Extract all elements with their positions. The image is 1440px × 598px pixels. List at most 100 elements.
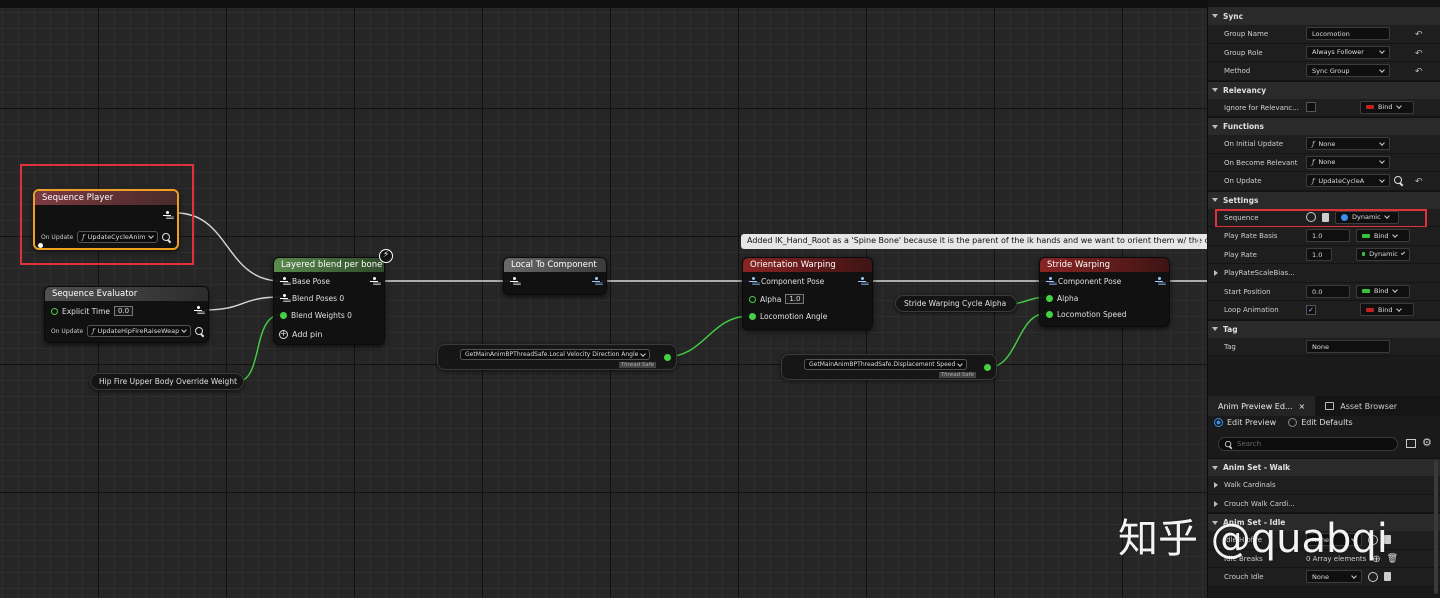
collapse-arrow-icon <box>1212 198 1218 202</box>
search-icon[interactable] <box>1394 176 1403 185</box>
local-to-component-node[interactable]: Local To Component <box>503 257 607 295</box>
on-update-combo[interactable]: ƒ UpdateCycleAnim <box>77 231 158 243</box>
loop-animation-checkbox[interactable]: ✓ <box>1306 304 1316 315</box>
prop-become-relevant: On Become Relevant ƒ None <box>1208 153 1440 172</box>
input-pose-pin[interactable] <box>510 277 518 286</box>
on-update-dropdown[interactable]: ƒ UpdateCycleA <box>1306 174 1390 187</box>
ignore-relevancy-checkbox[interactable] <box>1306 102 1316 112</box>
tab-asset-browser[interactable]: Asset Browser <box>1315 396 1407 416</box>
expand-arrow-icon[interactable] <box>1214 482 1218 488</box>
section-anim-set-walk[interactable]: Anim Set - Walk <box>1208 458 1440 476</box>
bind-dropdown[interactable]: Dynamic <box>1356 247 1410 261</box>
layered-blend-node[interactable]: Layered blend per bone Base Pose Blend P… <box>273 257 385 345</box>
bind-dropdown[interactable]: Bind <box>1356 229 1410 242</box>
section-settings[interactable]: Settings <box>1208 190 1440 209</box>
section-sync[interactable]: Sync <box>1208 6 1440 25</box>
section-title: Functions <box>1223 122 1264 131</box>
function-icon: ƒ <box>1312 176 1315 185</box>
sequence-evaluator-node[interactable]: Sequence Evaluator Explicit Time 0.0 On … <box>44 286 209 343</box>
crouch-idle-dropdown[interactable]: None <box>1306 570 1362 583</box>
getter-combo[interactable]: GetMainAnimBPThreadSafe.Local Velocity D… <box>460 349 651 360</box>
blend-weights-pin[interactable]: Blend Weights 0 <box>280 311 352 320</box>
locomotion-speed-pin[interactable]: Locomotion Speed <box>1046 310 1127 319</box>
become-relevant-dropdown[interactable]: ƒ None <box>1306 155 1390 169</box>
output-pose-pin[interactable] <box>194 306 202 315</box>
output-component-pose-pin[interactable] <box>858 277 866 286</box>
gear-icon[interactable]: ⚙ <box>1422 436 1432 449</box>
section-relevancy[interactable]: Relevancy <box>1208 80 1440 99</box>
blend-poses-pin[interactable]: Blend Poses 0 <box>280 294 344 303</box>
expand-arrow-icon[interactable] <box>1214 270 1218 276</box>
stride-alpha-variable[interactable]: Stride Warping Cycle Alpha <box>895 295 1017 312</box>
alpha-pin[interactable]: Alpha <box>1046 294 1078 303</box>
close-icon[interactable]: × <box>1299 402 1306 411</box>
reset-arrow-icon[interactable]: ↶ <box>1415 49 1423 59</box>
orientation-warping-node[interactable]: Orientation Warping Component Pose Alpha… <box>742 257 873 330</box>
group-role-dropdown[interactable]: Always Follower <box>1306 45 1390 59</box>
reset-arrow-icon[interactable]: ↶ <box>1415 67 1423 77</box>
document-icon[interactable] <box>1384 572 1391 581</box>
section-tag[interactable]: Tag <box>1208 319 1440 338</box>
edit-defaults-radio[interactable]: Edit Defaults <box>1288 418 1353 427</box>
preview-scrollbar[interactable] <box>1434 460 1438 594</box>
group-name-input[interactable]: Locomotion <box>1306 27 1390 40</box>
sequence-player-node[interactable]: Sequence Player On Update ƒ UpdateCycleAn… <box>33 189 179 250</box>
explicit-time-input[interactable]: 0.0 <box>114 306 134 316</box>
initial-update-dropdown[interactable]: ƒ None <box>1306 137 1390 150</box>
stride-warping-node[interactable]: Stride Warping Component Pose Alpha Loco… <box>1039 257 1170 327</box>
anim-graph-canvas[interactable]: Sequence Player On Update ƒ UpdateCycleAn… <box>0 0 1207 598</box>
prop-play-rate-scale-bias[interactable]: PlayRateScaleBias... <box>1208 264 1440 283</box>
on-update-row: On Update ƒ UpdateHipFireRaiseWeap <box>51 325 204 337</box>
browse-asset-icon[interactable] <box>1368 571 1378 582</box>
prop-walk-cardinals[interactable]: Walk Cardinals <box>1208 476 1440 495</box>
bind-dropdown[interactable]: Bind <box>1360 303 1414 316</box>
locomotion-angle-pin[interactable]: Locomotion Angle <box>749 312 827 321</box>
alpha-input[interactable]: 1.0 <box>785 294 805 304</box>
play-rate-input[interactable]: 1.0 <box>1306 247 1332 261</box>
output-component-pose-pin[interactable] <box>592 277 600 286</box>
reset-arrow-icon[interactable]: ↶ <box>1415 30 1423 40</box>
search-icon[interactable] <box>161 232 171 242</box>
dropdown-value: Dynamic <box>1369 250 1398 258</box>
method-dropdown[interactable]: Sync Group <box>1306 64 1390 77</box>
displacement-speed-getter[interactable]: GetMainAnimBPThreadSafe.Displacement Spe… <box>781 354 997 380</box>
component-pose-pin[interactable]: Component Pose <box>749 277 824 286</box>
hip-fire-weight-variable[interactable]: Hip Fire Upper Body Override Weight <box>90 373 244 390</box>
grid-view-icon[interactable] <box>1406 439 1416 448</box>
getter-combo[interactable]: GetMainAnimBPThreadSafe.Displacement Spe… <box>804 359 968 370</box>
alpha-pin[interactable]: Alpha 1.0 <box>749 294 805 304</box>
on-update-value: UpdateCycleAnim <box>87 233 146 241</box>
section-functions[interactable]: Functions <box>1208 117 1440 135</box>
preview-search-input[interactable]: Search <box>1218 437 1398 451</box>
output-pose-pin[interactable] <box>163 211 171 220</box>
reset-arrow-icon[interactable]: ↶ <box>1415 177 1423 187</box>
start-position-input[interactable]: 0.0 <box>1306 284 1350 298</box>
dropdown-value: Sync Group <box>1312 66 1350 75</box>
add-pin-button[interactable]: + Add pin <box>279 330 322 339</box>
trash-icon[interactable]: 🗑 <box>1387 554 1398 564</box>
float-pin-icon[interactable] <box>664 354 671 361</box>
prop-label: Method <box>1224 67 1251 75</box>
output-pose-pin[interactable] <box>370 277 378 286</box>
on-update-combo[interactable]: ƒ UpdateHipFireRaiseWeap <box>87 325 192 337</box>
float-pin-icon[interactable] <box>984 364 991 371</box>
bind-dropdown[interactable]: Bind <box>1360 100 1414 114</box>
base-pose-pin[interactable]: Base Pose <box>280 277 330 286</box>
bind-dropdown[interactable]: Bind <box>1356 284 1410 298</box>
search-icon[interactable] <box>195 326 204 336</box>
function-icon: ƒ <box>1312 158 1315 166</box>
tab-anim-preview-editor[interactable]: Anim Preview Ed... × <box>1208 396 1316 416</box>
dropdown-value: Bind <box>1374 287 1389 295</box>
node-comment-bubble[interactable]: Added IK_Hand_Root as a 'Spine Bone' bec… <box>741 234 1207 249</box>
play-rate-basis-input[interactable]: 1.0 <box>1306 229 1350 242</box>
node-title: Local To Component <box>504 258 606 272</box>
chevron-down-icon <box>147 233 154 239</box>
wire-seq-eval-to-blend-poses <box>204 296 282 311</box>
tag-input[interactable]: None <box>1306 339 1390 353</box>
edit-preview-radio[interactable]: Edit Preview <box>1214 418 1276 427</box>
direction-angle-getter[interactable]: GetMainAnimBPThreadSafe.Local Velocity D… <box>437 344 677 370</box>
component-pose-pin[interactable]: Component Pose <box>1046 277 1121 286</box>
output-component-pose-pin[interactable] <box>1155 277 1163 286</box>
chevron-down-icon <box>1379 48 1385 54</box>
explicit-time-row[interactable]: Explicit Time 0.0 <box>51 306 134 316</box>
